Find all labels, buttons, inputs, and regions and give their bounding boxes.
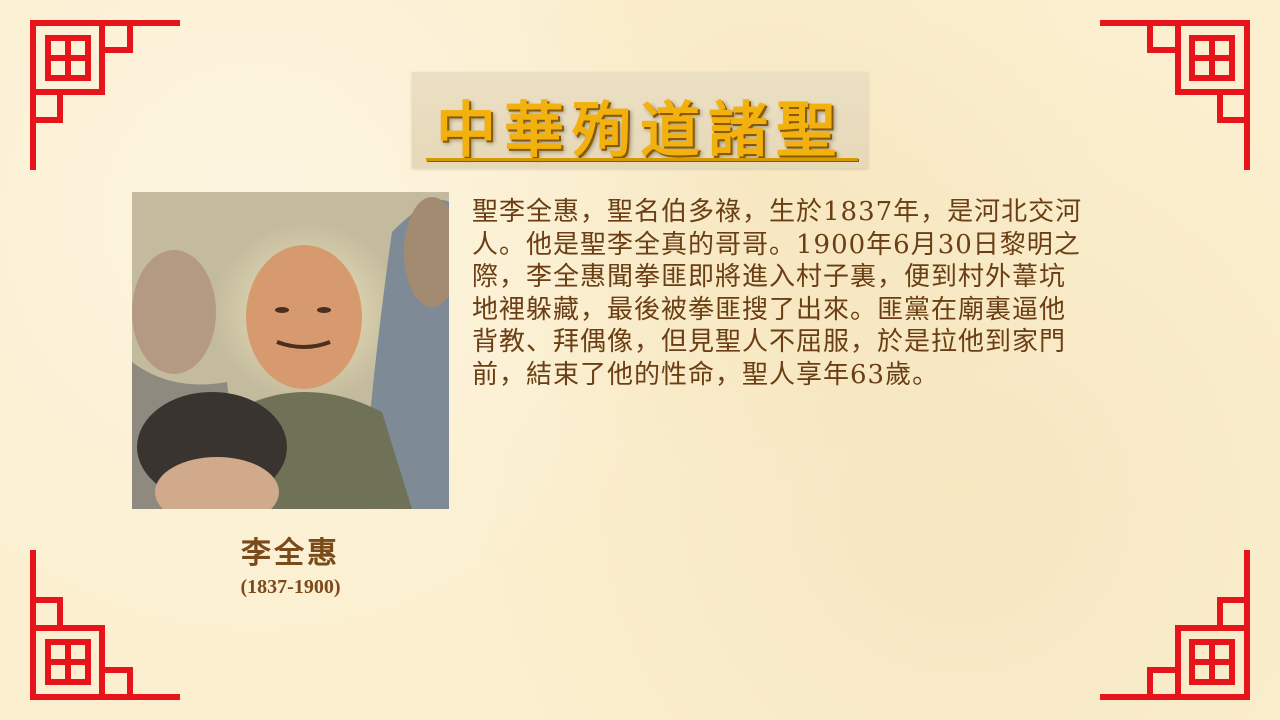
bio-line: 前，結束了他的性命，聖人享年63歲。 <box>472 359 940 390</box>
title-underline <box>426 158 858 161</box>
biography-text: 聖李全惠，聖名伯多祿，生於1837年，是河北交河 人。他是聖李全真的哥哥。190… <box>472 196 1182 391</box>
corner-ornament-bottom-left <box>30 550 180 700</box>
chinese-fret-corner-icon <box>1100 20 1250 170</box>
saint-portrait <box>132 192 449 509</box>
chinese-fret-corner-icon <box>30 20 180 170</box>
bio-line: 地裡躲藏，最後被拳匪搜了出來。匪黨在廟裏逼他 <box>472 294 1067 325</box>
portrait-painting <box>132 192 449 509</box>
bio-line: 聖李全惠，聖名伯多祿，生於1837年，是河北交河 <box>472 197 1083 227</box>
corner-ornament-bottom-right <box>1100 550 1250 700</box>
slide-title-banner: 中華殉道諸聖 <box>412 72 868 168</box>
corner-ornament-top-right <box>1100 20 1250 170</box>
chinese-fret-corner-icon <box>1100 550 1250 700</box>
portrait-years: (1837-1900) <box>240 576 341 598</box>
bio-line: 人。他是聖李全真的哥哥。1900年6月30日黎明之 <box>472 229 1081 260</box>
corner-ornament-top-left <box>30 20 180 170</box>
slide-title: 中華殉道諸聖 <box>436 96 844 166</box>
bio-line: 際，李全惠聞拳匪即將進入村子裏，便到村外葦坑 <box>472 262 1067 292</box>
portrait-name: 李全惠 <box>241 536 340 571</box>
bio-line: 背教、拜偶像，但見聖人不屈服，於是拉他到家門 <box>472 327 1067 357</box>
chinese-fret-corner-icon <box>30 550 180 700</box>
